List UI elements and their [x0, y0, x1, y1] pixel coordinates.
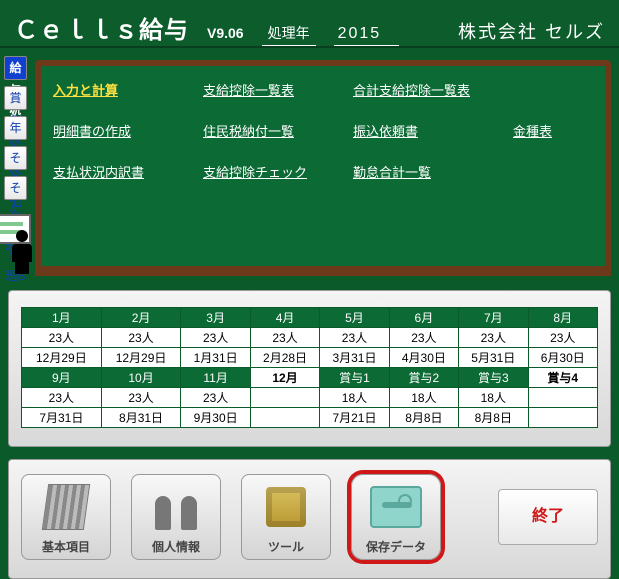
cal-cell: 18人	[320, 388, 389, 408]
cal-cell: 23人	[181, 328, 250, 348]
cal-cell: 9月30日	[181, 408, 250, 428]
board-link-0-0[interactable]: 入力と計算	[53, 80, 193, 99]
cal-cell[interactable]: 賞与3	[459, 368, 528, 388]
cal-cell: 6月30日	[528, 348, 597, 368]
app-title: Ｃｅｌｌｓ給与	[14, 10, 189, 45]
cal-cell: 23人	[22, 328, 102, 348]
board-link-1-0[interactable]: 明細書の作成	[53, 121, 193, 140]
cal-cell: 23人	[101, 328, 181, 348]
sidebar: 給与処理 賞与処理 年末処理 その他処理A その他処理B	[0, 48, 31, 280]
cal-cell	[528, 408, 597, 428]
board-link-2-2[interactable]: 勤怠合計一覧	[353, 162, 503, 181]
cal-cell[interactable]: 8月	[528, 308, 597, 328]
cal-cell	[250, 408, 319, 428]
processing-year-label: 処理年	[262, 23, 316, 46]
board-link-2-1[interactable]: 支給控除チェック	[203, 162, 343, 181]
tool-tools-label: ツール	[268, 538, 304, 555]
tool-person-label: 個人情報	[152, 538, 200, 555]
cal-cell: 7月21日	[320, 408, 389, 428]
exit-button[interactable]: 終了	[498, 489, 598, 545]
board-empty	[513, 80, 593, 99]
cal-cell[interactable]: 7月	[459, 308, 528, 328]
board-link-1-3[interactable]: 金種表	[513, 121, 593, 140]
cal-cell[interactable]: 10月	[101, 368, 181, 388]
cal-cell[interactable]: 6月	[389, 308, 458, 328]
cal-cell: 8月8日	[389, 408, 458, 428]
cal-cell: 23人	[250, 328, 319, 348]
person-icon	[151, 475, 201, 538]
menu-board: 入力と計算支給控除一覧表合計支給控除一覧表明細書の作成住民税納付一覧振込依頼書金…	[35, 60, 611, 272]
board-link-1-1[interactable]: 住民税納付一覧	[203, 121, 343, 140]
cal-cell[interactable]: 4月	[250, 308, 319, 328]
cal-cell: 18人	[389, 388, 458, 408]
company-name: 株式会社 セルズ	[458, 18, 605, 44]
tool-save-button[interactable]: 保存データ	[351, 474, 441, 560]
tool-tools-button[interactable]: ツール	[241, 474, 331, 560]
board-empty	[513, 162, 593, 181]
board-link-2-0[interactable]: 支払状況内訳書	[53, 162, 193, 181]
sidebar-tab-1[interactable]: 賞与処理	[4, 86, 27, 110]
cal-cell: 8月8日	[459, 408, 528, 428]
tools-icon	[266, 475, 306, 538]
cal-cell[interactable]: 賞与1	[320, 368, 389, 388]
cal-cell[interactable]: 2月	[101, 308, 181, 328]
cal-cell	[250, 388, 319, 408]
tool-person-button[interactable]: 個人情報	[131, 474, 221, 560]
sidebar-tab-3[interactable]: その他処理A	[4, 146, 27, 170]
cal-cell	[528, 388, 597, 408]
cal-cell: 18人	[459, 388, 528, 408]
cal-cell: 23人	[181, 388, 250, 408]
cal-cell: 12月29日	[101, 348, 181, 368]
cal-cell: 3月31日	[320, 348, 389, 368]
basic-icon	[45, 475, 87, 538]
tool-save-label: 保存データ	[366, 538, 426, 555]
sidebar-tab-4[interactable]: その他処理B	[4, 176, 27, 200]
board-link-0-1[interactable]: 支給控除一覧表	[203, 80, 343, 99]
cal-cell: 8月31日	[101, 408, 181, 428]
cal-cell: 23人	[101, 388, 181, 408]
cal-cell[interactable]: 5月	[320, 308, 389, 328]
save-icon	[370, 475, 422, 538]
cal-cell[interactable]: 賞与4	[528, 368, 597, 388]
cal-cell[interactable]: 賞与2	[389, 368, 458, 388]
presenter-illustration	[4, 210, 27, 274]
tool-basic-button[interactable]: 基本項目	[21, 474, 111, 560]
sidebar-tab-2[interactable]: 年末処理	[4, 116, 27, 140]
processing-year-value[interactable]: 2015	[334, 25, 400, 46]
cal-cell: 23人	[459, 328, 528, 348]
app-version: V9.06	[207, 25, 244, 41]
cal-cell: 4月30日	[389, 348, 458, 368]
cal-cell: 1月31日	[181, 348, 250, 368]
board-link-0-2[interactable]: 合計支給控除一覧表	[353, 80, 503, 99]
cal-cell: 2月28日	[250, 348, 319, 368]
bottom-toolbar: 基本項目 個人情報 ツール 保存データ 終了	[8, 459, 611, 579]
cal-cell[interactable]: 3月	[181, 308, 250, 328]
tool-basic-label: 基本項目	[42, 538, 90, 555]
calendar-panel: 1月2月3月4月5月6月7月8月23人23人23人23人23人23人23人23人…	[8, 290, 611, 447]
cal-cell: 23人	[22, 388, 102, 408]
cal-cell[interactable]: 11月	[181, 368, 250, 388]
person-silhouette-icon	[10, 230, 34, 274]
app-header: Ｃｅｌｌｓ給与 V9.06 処理年 2015 株式会社 セルズ	[0, 0, 619, 48]
cal-cell[interactable]: 9月	[22, 368, 102, 388]
sidebar-tab-0[interactable]: 給与処理	[4, 56, 27, 80]
board-link-1-2[interactable]: 振込依頼書	[353, 121, 503, 140]
cal-cell: 5月31日	[459, 348, 528, 368]
board-ledge	[35, 268, 611, 276]
cal-cell: 7月31日	[22, 408, 102, 428]
cal-cell: 23人	[528, 328, 597, 348]
month-summary-table: 1月2月3月4月5月6月7月8月23人23人23人23人23人23人23人23人…	[21, 307, 598, 428]
cal-cell: 23人	[389, 328, 458, 348]
cal-cell: 23人	[320, 328, 389, 348]
cal-cell: 12月29日	[22, 348, 102, 368]
cal-cell[interactable]: 12月	[250, 368, 319, 388]
cal-cell[interactable]: 1月	[22, 308, 102, 328]
